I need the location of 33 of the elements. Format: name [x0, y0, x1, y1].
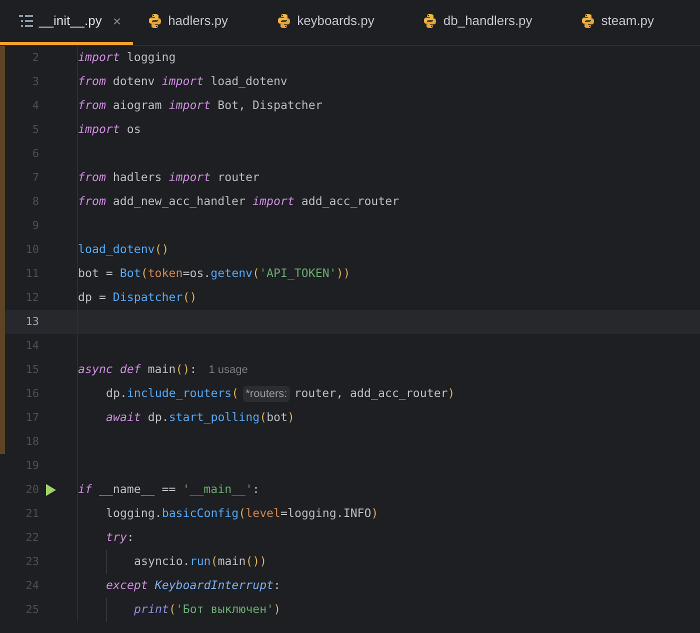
- file-tab[interactable]: steam.py: [566, 0, 688, 45]
- structure-icon: [18, 13, 34, 29]
- code-line: bot = Bot(token=os.getenv('API_TOKEN')): [78, 265, 350, 282]
- python-icon: [580, 13, 596, 29]
- python-icon: [422, 13, 438, 29]
- code-line: from add_new_acc_handler import add_acc_router: [78, 193, 400, 210]
- code-line: dp.include_routers( *routers: router, add_acc_router): [106, 385, 455, 403]
- code-line: dp = Dispatcher(): [78, 289, 197, 306]
- code-line: print('Бот выключен'): [134, 601, 281, 618]
- file-tab[interactable]: hadlers.py: [133, 0, 262, 45]
- code-line: import os: [78, 121, 141, 138]
- code-line: try:: [106, 529, 134, 546]
- code-line: logging.basicConfig(level=logging.INFO): [106, 505, 378, 522]
- code-line: async def main(): 1 usage: [78, 361, 248, 379]
- python-icon: [147, 13, 164, 29]
- code-line: if __name__ == '__main__':: [78, 481, 260, 498]
- code-line: except KeyboardInterrupt:: [106, 577, 281, 594]
- file-tab[interactable]: keyboards.py: [262, 0, 408, 45]
- file-tab[interactable]: __init__.py ×: [0, 0, 134, 45]
- python-icon: [276, 13, 292, 29]
- code-line: await dp.start_polling(bot): [106, 409, 294, 426]
- code-line: from aiogram import Bot, Dispatcher: [78, 97, 322, 114]
- file-tab[interactable]: db_handlers.py: [408, 0, 566, 45]
- usage-hint[interactable]: 1 usage: [208, 362, 248, 378]
- run-icon[interactable]: [45, 483, 57, 497]
- code-line: load_dotenv(): [78, 241, 169, 258]
- parameter-hint: *routers:: [242, 386, 290, 402]
- code-line: from hadlers import router: [78, 169, 260, 186]
- close-tab-button[interactable]: ×: [112, 10, 122, 32]
- code-line: from dotenv import load_dotenv: [78, 73, 288, 90]
- line-number: 13: [24, 314, 39, 330]
- code-line: import logging: [78, 49, 176, 66]
- code-line: asyncio.run(main()): [134, 553, 267, 570]
